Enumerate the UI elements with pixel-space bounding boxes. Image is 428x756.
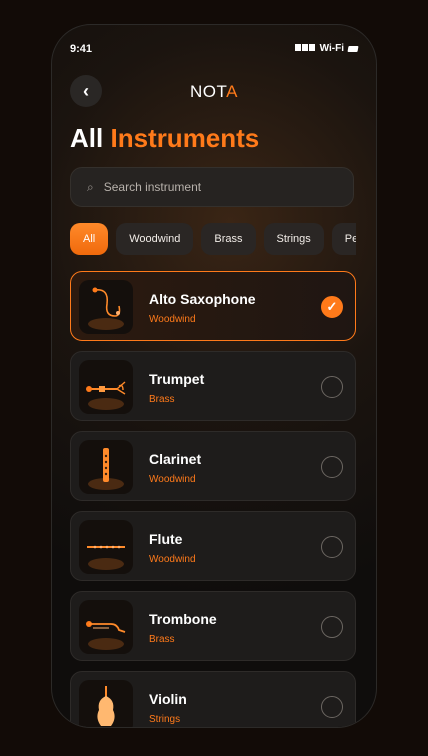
instrument-item-trombone[interactable]: Trombone Brass [70,591,356,661]
instrument-item-alto-saxophone[interactable]: Alto Saxophone Woodwind ✓ [70,271,356,341]
flute-icon [79,520,133,574]
instrument-category: Brass [149,394,175,405]
select-radio[interactable] [321,536,343,558]
filter-chip-percussion[interactable]: Pe [331,223,356,255]
battery-icon [347,45,359,52]
filter-chips: All Woodwind Brass Strings Pe [70,223,356,255]
instrument-name: Violin [149,691,187,707]
select-radio[interactable] [321,616,343,638]
filter-chip-all[interactable]: All [70,223,109,255]
status-indicators: Wi-Fi [294,43,359,54]
app-logo: NOTA [52,82,376,102]
logo-accent-text: A [226,82,238,101]
trumpet-icon [79,360,133,414]
instrument-category: Strings [149,714,181,725]
signal-icon [294,43,316,54]
status-time: 9:41 [70,43,93,55]
saxophone-icon [79,280,133,334]
select-radio[interactable] [321,376,343,398]
instrument-name: Flute [149,531,183,547]
instrument-item-violin[interactable]: Violin Strings [70,671,356,727]
page-title-accent: Instruments [110,123,260,153]
instrument-list: Alto Saxophone Woodwind ✓ Trumpet Brass [70,271,356,727]
instrument-category: Woodwind [149,474,196,485]
instrument-category: Brass [149,634,175,645]
page-title: All Instruments [70,123,259,154]
violin-icon [79,680,133,727]
status-bar: 9:41 Wi-Fi [70,43,359,59]
instrument-category: Woodwind [149,554,196,565]
trombone-icon [79,600,133,654]
selected-check-icon[interactable]: ✓ [321,296,343,318]
instrument-item-flute[interactable]: Flute Woodwind [70,511,356,581]
instrument-item-trumpet[interactable]: Trumpet Brass [70,351,356,421]
logo-text: NOT [190,82,227,101]
phone-frame: 9:41 Wi-Fi ‹ NOTA All Instruments ⌕ All … [51,24,377,728]
search-icon: ⌕ [87,179,94,194]
clarinet-icon [79,440,133,494]
instrument-name: Clarinet [149,451,202,467]
select-radio[interactable] [321,456,343,478]
instrument-category: Woodwind [149,314,196,325]
network-label: Wi-Fi [319,43,344,54]
instrument-item-clarinet[interactable]: Clarinet Woodwind [70,431,356,501]
select-radio[interactable] [321,696,343,718]
instrument-name: Trumpet [149,371,205,387]
search-bar[interactable]: ⌕ [70,167,354,207]
instrument-name: Trombone [149,611,217,627]
filter-chip-brass[interactable]: Brass [201,223,256,255]
search-input[interactable] [101,179,326,195]
instrument-name: Alto Saxophone [149,291,256,307]
filter-chip-woodwind[interactable]: Woodwind [116,223,194,255]
filter-chip-strings[interactable]: Strings [263,223,324,255]
page-title-main: All [70,123,104,153]
